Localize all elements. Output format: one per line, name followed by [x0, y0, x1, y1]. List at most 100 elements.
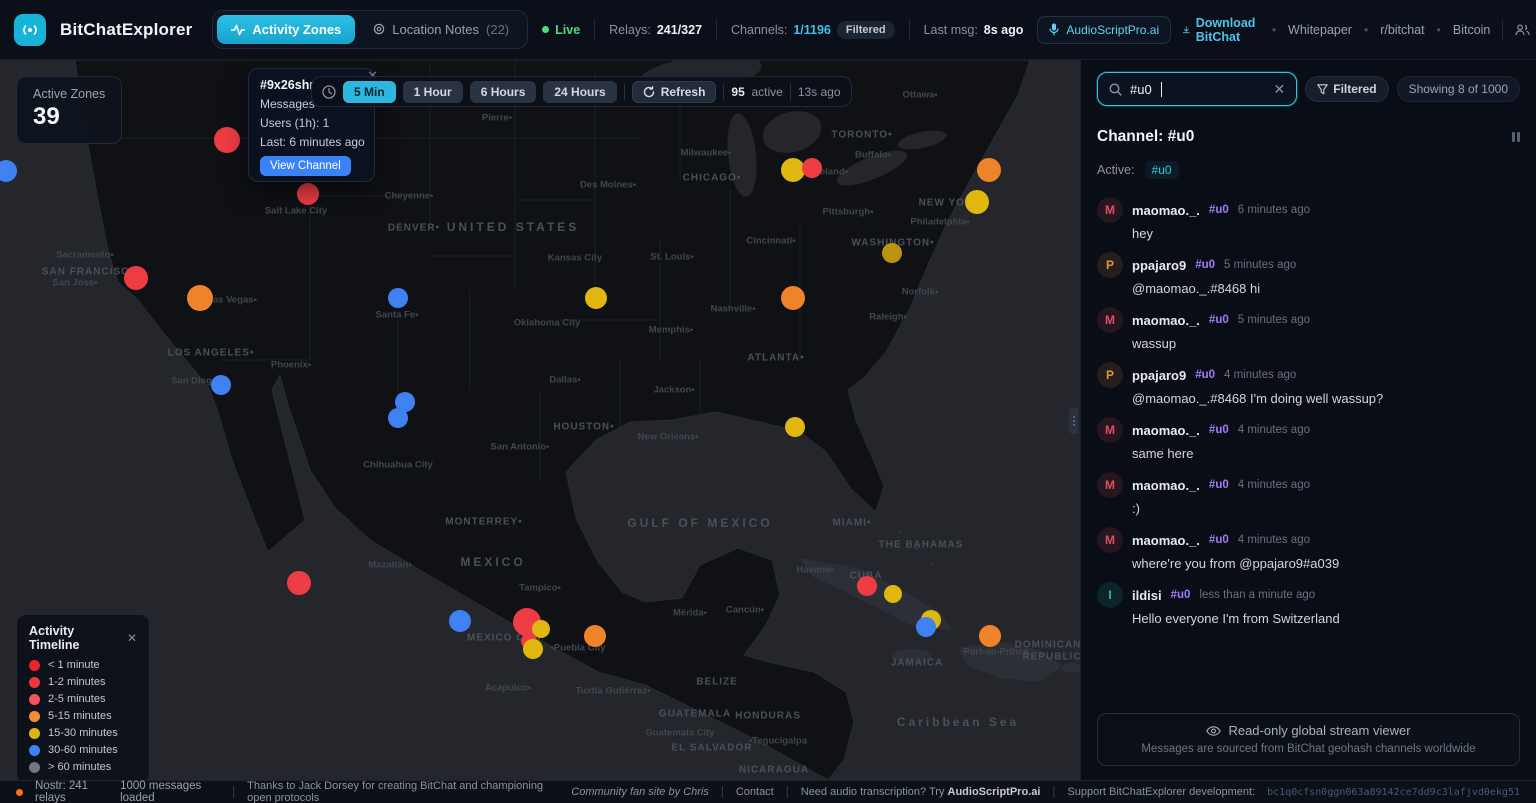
- message-username[interactable]: maomao._.: [1132, 313, 1200, 328]
- zone-marker-red[interactable]: [857, 576, 877, 596]
- zone-marker-darkyellow[interactable]: [882, 243, 902, 263]
- island-jamaica: [892, 649, 932, 663]
- message-username[interactable]: ppajaro9: [1132, 368, 1186, 383]
- zone-marker-yellow[interactable]: [884, 585, 902, 603]
- support-label: Support BitChatExplorer development:: [1067, 786, 1255, 798]
- zone-marker-red[interactable]: [297, 183, 319, 205]
- popup-users-line: Users (1h): 1: [260, 116, 363, 130]
- zone-marker-blue[interactable]: [211, 375, 231, 395]
- audioscriptpro-button[interactable]: AudioScriptPro.ai: [1037, 16, 1171, 44]
- message-channel-tag[interactable]: #u0: [1171, 589, 1191, 601]
- message-timestamp: 4 minutes ago: [1238, 534, 1310, 546]
- pause-stream-icon[interactable]: [1512, 132, 1520, 142]
- zone-marker-red[interactable]: [124, 266, 148, 290]
- view-channel-button[interactable]: View Channel: [260, 156, 351, 176]
- thanks-note: Thanks to Jack Dorsey for creating BitCh…: [247, 780, 559, 803]
- clear-search-icon[interactable]: ✕: [1274, 81, 1286, 98]
- time-filter-5-min[interactable]: 5 Min: [343, 81, 396, 103]
- zone-marker-red[interactable]: [802, 158, 822, 178]
- message-username[interactable]: ildisi: [1132, 588, 1162, 603]
- chat-message: Mmaomao._.#u04 minutes agowhere're you f…: [1097, 527, 1520, 571]
- contact-link[interactable]: Contact: [736, 786, 774, 798]
- legend-color-dot: [29, 762, 40, 773]
- map[interactable]: Pierre•Ottawa•TORONTO•Milwaukee•Buffalo•…: [0, 60, 1080, 780]
- showing-count-badge: Showing 8 of 1000: [1397, 76, 1520, 102]
- legend-close-icon[interactable]: ✕: [127, 631, 137, 645]
- zone-marker-orange[interactable]: [979, 625, 1001, 647]
- message-channel-tag[interactable]: #u0: [1209, 479, 1229, 491]
- message-channel-tag[interactable]: #u0: [1195, 259, 1215, 271]
- zone-marker-blue[interactable]: [916, 617, 936, 637]
- avatar: I: [1097, 582, 1123, 608]
- search-icon: [1109, 83, 1122, 96]
- avatar: P: [1097, 252, 1123, 278]
- search-value: #u0: [1130, 82, 1152, 97]
- link-bitcoin[interactable]: Bitcoin: [1453, 23, 1491, 37]
- tab-activity-zones[interactable]: Activity Zones: [217, 15, 355, 44]
- legend-color-dot: [29, 728, 40, 739]
- zone-marker-blue[interactable]: [388, 408, 408, 428]
- channel-heading: Channel: #u0: [1097, 128, 1194, 146]
- message-channel-tag[interactable]: #u0: [1209, 534, 1229, 546]
- filtered-badge: Filtered: [837, 21, 895, 39]
- zone-marker-yellow[interactable]: [523, 639, 543, 659]
- active-zone-count: 95 active: [731, 85, 782, 99]
- legend-item-label: 2-5 minutes: [48, 693, 105, 705]
- zone-marker-orange[interactable]: [584, 625, 606, 647]
- refresh-button[interactable]: Refresh: [632, 81, 717, 103]
- legend-item-label: 5-15 minutes: [48, 710, 112, 722]
- message-username[interactable]: ppajaro9: [1132, 258, 1186, 273]
- avatar: M: [1097, 527, 1123, 553]
- funnel-icon: [1317, 84, 1328, 95]
- message-timestamp: 5 minutes ago: [1238, 314, 1310, 326]
- sidebar-resize-handle[interactable]: [1069, 408, 1078, 434]
- zone-marker-yellow[interactable]: [585, 287, 607, 309]
- activity-icon: [231, 24, 245, 36]
- time-filter-1-hour[interactable]: 1 Hour: [403, 81, 463, 103]
- text-caret: [1161, 82, 1162, 97]
- message-channel-tag[interactable]: #u0: [1195, 369, 1215, 381]
- map-base-layer: [0, 60, 1080, 780]
- zone-marker-orange[interactable]: [187, 285, 213, 311]
- zone-marker-orange[interactable]: [977, 158, 1001, 182]
- message-channel-tag[interactable]: #u0: [1209, 424, 1229, 436]
- message-channel-tag[interactable]: #u0: [1209, 204, 1229, 216]
- message-username[interactable]: maomao._.: [1132, 203, 1200, 218]
- message-text: same here: [1132, 446, 1520, 461]
- message-username[interactable]: maomao._.: [1132, 533, 1200, 548]
- estimated-users-stat: est:2,843: [1515, 23, 1536, 37]
- search-input[interactable]: #u0 ✕: [1097, 72, 1297, 106]
- link-whitepaper[interactable]: Whitepaper: [1288, 23, 1352, 37]
- link-rbitchat[interactable]: r/bitchat: [1380, 23, 1424, 37]
- zone-marker-blue[interactable]: [388, 288, 408, 308]
- tab-location-notes[interactable]: Location Notes (22): [359, 15, 523, 44]
- btc-address[interactable]: bc1q0cfsn0ggn063a89142ce7dd9c3lafjvd0ekg…: [1267, 787, 1520, 798]
- zone-marker-blue[interactable]: [449, 610, 471, 632]
- message-timestamp: 5 minutes ago: [1224, 259, 1296, 271]
- message-username[interactable]: maomao._.: [1132, 423, 1200, 438]
- zone-marker-yellow[interactable]: [965, 190, 989, 214]
- messages-loaded: 1000 messages loaded: [120, 780, 220, 803]
- zone-marker-red[interactable]: [287, 571, 311, 595]
- transcription-link[interactable]: Need audio transcription? Try AudioScrip…: [801, 786, 1041, 798]
- time-filter-6-hours[interactable]: 6 Hours: [470, 81, 537, 103]
- active-label: Active:: [1097, 163, 1135, 177]
- message-timestamp: 4 minutes ago: [1238, 424, 1310, 436]
- time-filter-24-hours[interactable]: 24 Hours: [543, 81, 616, 103]
- message-list[interactable]: Mmaomao._.#u06 minutes agoheyPppajaro9#u…: [1097, 197, 1520, 713]
- zone-marker-orange[interactable]: [781, 286, 805, 310]
- legend-color-dot: [29, 660, 40, 671]
- message-username[interactable]: maomao._.: [1132, 478, 1200, 493]
- avatar: M: [1097, 307, 1123, 333]
- zone-marker-red[interactable]: [214, 127, 240, 153]
- download-bitchat-link[interactable]: Download BitChat: [1183, 16, 1260, 44]
- status-bar: Nostr: 241 relays 1000 messages loaded |…: [0, 780, 1536, 803]
- filtered-toggle-button[interactable]: Filtered: [1305, 76, 1388, 102]
- active-channel-chip[interactable]: #u0: [1145, 161, 1179, 179]
- top-bar: BitChatExplorer Activity Zones Location …: [0, 0, 1536, 60]
- message-channel-tag[interactable]: #u0: [1209, 314, 1229, 326]
- zone-marker-yellow[interactable]: [785, 417, 805, 437]
- message-timestamp: 4 minutes ago: [1224, 369, 1296, 381]
- chat-sidebar: #u0 ✕ Filtered Showing 8 of 1000 Channel…: [1080, 60, 1536, 780]
- stream-note-title: Read-only global stream viewer: [1228, 723, 1410, 738]
